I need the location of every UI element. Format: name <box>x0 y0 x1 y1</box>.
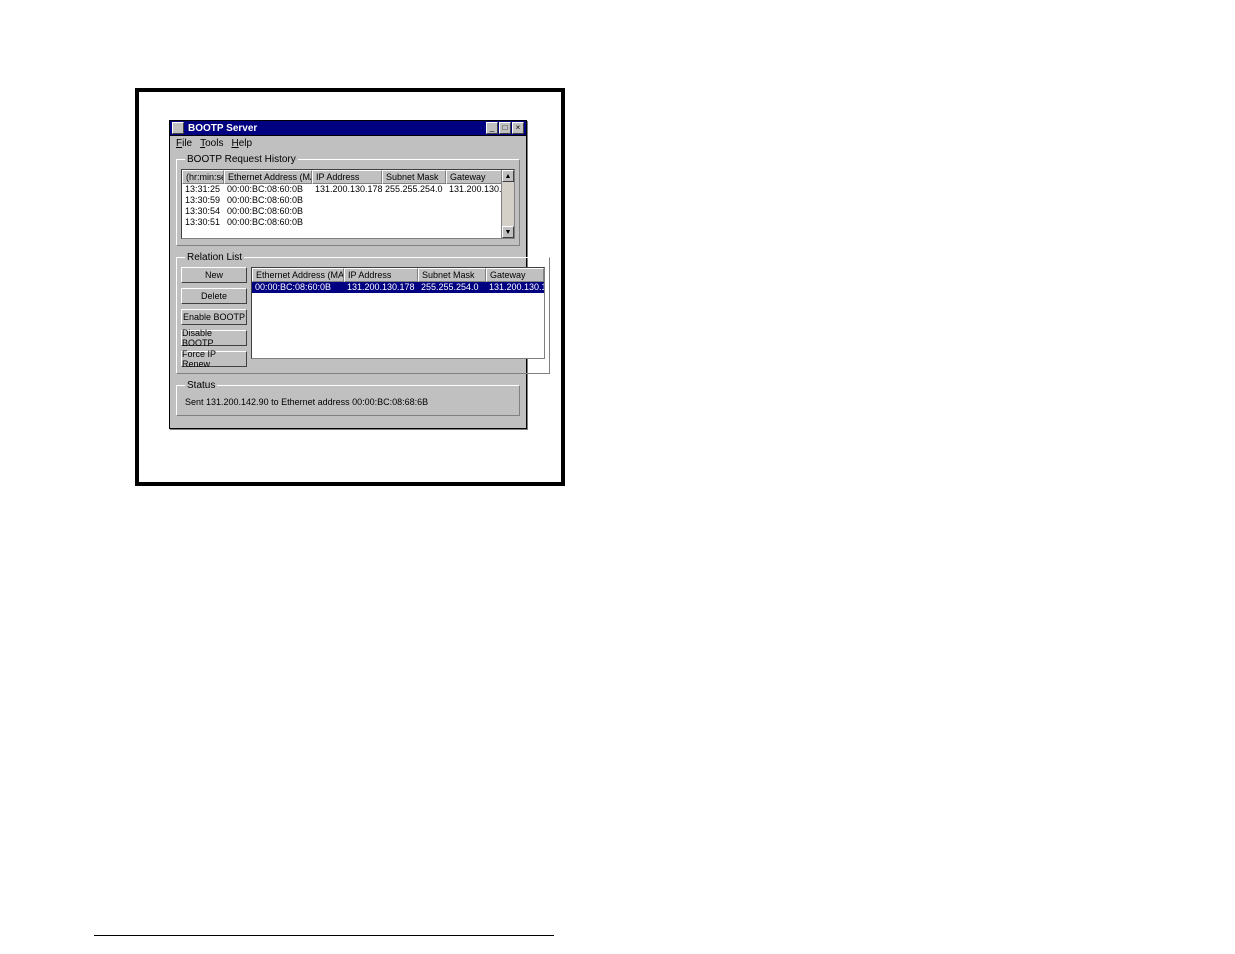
relation-listbox[interactable]: Ethernet Address (MAC) IP Address Subnet… <box>251 267 545 359</box>
history-cell <box>382 206 446 217</box>
history-list-body: 13:31:25 00:00:BC:08:60:0B 131.200.130.1… <box>182 184 514 228</box>
status-legend: Status <box>185 380 217 391</box>
disable-bootp-button[interactable]: Disable BOOTP <box>181 330 247 346</box>
history-scrollbar[interactable]: ▲ ▼ <box>501 170 514 238</box>
history-cell: 00:00:BC:08:60:0B <box>224 195 312 206</box>
relation-col-gateway[interactable]: Gateway <box>486 268 544 282</box>
history-col-subnet[interactable]: Subnet Mask <box>382 170 446 184</box>
window-title: BOOTP Server <box>188 123 485 134</box>
bootp-request-history-group: BOOTP Request History (hr:min:sec) Ether… <box>176 154 520 246</box>
history-col-gateway[interactable]: Gateway <box>446 170 506 184</box>
history-header-row: (hr:min:sec) Ethernet Address (MAC) IP A… <box>182 170 514 184</box>
relation-cell: 131.200.130.178 <box>344 282 418 293</box>
relation-list-group: Relation List New Delete Enable BOOTP Di… <box>176 252 550 374</box>
relation-button-column: New Delete Enable BOOTP Disable BOOTP Fo… <box>181 267 247 367</box>
history-legend: BOOTP Request History <box>185 154 298 165</box>
relation-cell: 00:00:BC:08:60:0B <box>252 282 344 293</box>
history-cell <box>446 206 506 217</box>
menu-tools[interactable]: Tools <box>200 138 223 149</box>
history-row[interactable]: 13:31:25 00:00:BC:08:60:0B 131.200.130.1… <box>182 184 514 195</box>
menu-help[interactable]: Help <box>231 138 252 149</box>
relation-cell: 131.200.130.1 <box>486 282 544 293</box>
status-text: Sent 131.200.142.90 to Ethernet address … <box>181 395 515 409</box>
relation-cell: 255.255.254.0 <box>418 282 486 293</box>
history-col-ip[interactable]: IP Address <box>312 170 382 184</box>
relation-col-mac[interactable]: Ethernet Address (MAC) <box>252 268 344 282</box>
window-client-area: BOOTP Request History (hr:min:sec) Ether… <box>170 150 526 428</box>
history-cell <box>312 217 382 228</box>
scroll-up-icon[interactable]: ▲ <box>502 170 514 182</box>
history-cell <box>382 195 446 206</box>
menu-bar: File Tools Help <box>170 136 526 150</box>
history-cell <box>446 217 506 228</box>
history-cell: 00:00:BC:08:60:0B <box>224 184 312 195</box>
history-cell: 13:30:51 <box>182 217 224 228</box>
bootp-server-window: BOOTP Server _ □ × File Tools Help BOOTP… <box>169 120 527 429</box>
maximize-button[interactable]: □ <box>499 122 511 134</box>
history-cell: 13:30:59 <box>182 195 224 206</box>
history-cell: 131.200.130.1 <box>446 184 506 195</box>
history-cell: 131.200.130.178 <box>312 184 382 195</box>
history-cell <box>382 217 446 228</box>
relation-col-ip[interactable]: IP Address <box>344 268 418 282</box>
close-button[interactable]: × <box>512 122 524 134</box>
relation-header-row: Ethernet Address (MAC) IP Address Subnet… <box>252 268 544 282</box>
enable-bootp-button[interactable]: Enable BOOTP <box>181 309 247 325</box>
document-figure-frame: BOOTP Server _ □ × File Tools Help BOOTP… <box>135 88 565 486</box>
history-cell: 00:00:BC:08:60:0B <box>224 206 312 217</box>
history-col-mac[interactable]: Ethernet Address (MAC) <box>224 170 312 184</box>
history-cell <box>312 206 382 217</box>
history-cell: 13:31:25 <box>182 184 224 195</box>
history-cell: 13:30:54 <box>182 206 224 217</box>
relation-col-subnet[interactable]: Subnet Mask <box>418 268 486 282</box>
relation-legend: Relation List <box>185 252 244 263</box>
page-footer-rule <box>94 935 554 936</box>
history-row[interactable]: 13:30:54 00:00:BC:08:60:0B <box>182 206 514 217</box>
force-ip-renew-button[interactable]: Force IP Renew <box>181 351 247 367</box>
new-button[interactable]: New <box>181 267 247 283</box>
history-cell: 255.255.254.0 <box>382 184 446 195</box>
history-cell <box>446 195 506 206</box>
minimize-button[interactable]: _ <box>486 122 498 134</box>
history-cell <box>312 195 382 206</box>
menu-file[interactable]: File <box>176 138 192 149</box>
delete-button[interactable]: Delete <box>181 288 247 304</box>
history-col-time[interactable]: (hr:min:sec) <box>182 170 224 184</box>
relation-row[interactable]: 00:00:BC:08:60:0B 131.200.130.178 255.25… <box>252 282 544 293</box>
scroll-track[interactable] <box>502 182 514 226</box>
history-row[interactable]: 13:30:59 00:00:BC:08:60:0B <box>182 195 514 206</box>
app-icon <box>172 122 184 134</box>
scroll-down-icon[interactable]: ▼ <box>502 226 514 238</box>
status-group: Status Sent 131.200.142.90 to Ethernet a… <box>176 380 520 416</box>
history-listbox[interactable]: (hr:min:sec) Ethernet Address (MAC) IP A… <box>181 169 515 239</box>
relation-list-body: 00:00:BC:08:60:0B 131.200.130.178 255.25… <box>252 282 544 293</box>
window-titlebar[interactable]: BOOTP Server _ □ × <box>170 121 526 136</box>
history-row[interactable]: 13:30:51 00:00:BC:08:60:0B <box>182 217 514 228</box>
history-cell: 00:00:BC:08:60:0B <box>224 217 312 228</box>
